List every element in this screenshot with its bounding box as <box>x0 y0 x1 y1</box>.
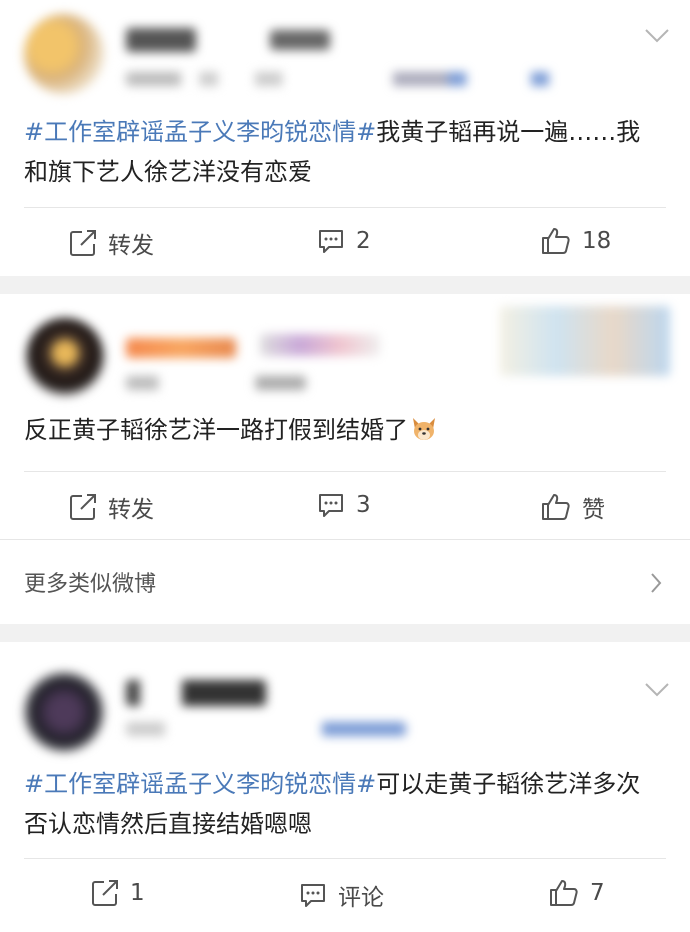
repost-button[interactable]: 转发 <box>68 490 154 524</box>
post-card-2: 反正黄子韬徐艺洋一路打假到结婚了 转发 3 赞 更多类似微博 <box>0 294 690 624</box>
divider <box>24 858 666 859</box>
thumbs-up-icon <box>550 880 578 906</box>
repost-button[interactable]: 转发 <box>68 226 154 260</box>
like-button[interactable]: 7 <box>548 878 605 908</box>
like-label: 赞 <box>582 497 605 523</box>
comment-button[interactable]: 3 <box>316 490 371 520</box>
repost-icon <box>70 230 96 256</box>
like-button[interactable]: 赞 <box>540 490 605 524</box>
comment-icon <box>319 494 343 517</box>
comment-count: 2 <box>356 228 371 254</box>
divider <box>24 471 666 472</box>
post-text: 反正黄子韬徐艺洋一路打假到结婚了 <box>24 410 660 450</box>
comment-label: 评论 <box>338 885 384 911</box>
comment-button[interactable]: 评论 <box>298 878 384 912</box>
post-text: #工作室辟谣孟子义李昀锐恋情#我黄子韬再说一遍……我和旗下艺人徐艺洋没有恋爱 <box>24 112 660 192</box>
hashtag-link[interactable]: #工作室辟谣孟子义李昀锐恋情# <box>24 118 376 146</box>
chevron-right-icon <box>651 573 662 593</box>
repost-icon <box>92 880 118 906</box>
like-button[interactable]: 18 <box>540 226 611 256</box>
post-meta-blurred <box>126 376 306 390</box>
hashtag-link[interactable]: #工作室辟谣孟子义李昀锐恋情# <box>24 770 376 798</box>
post-body-text: 反正黄子韬徐艺洋一路打假到结婚了 <box>24 416 408 444</box>
post-meta-blurred <box>126 722 406 736</box>
more-similar-row[interactable]: 更多类似微博 <box>0 540 690 624</box>
divider <box>24 207 666 208</box>
like-count: 7 <box>590 880 605 906</box>
avatar[interactable] <box>24 672 104 752</box>
more-similar-label: 更多类似微博 <box>24 572 157 597</box>
decoration-card-blurred <box>500 306 670 376</box>
repost-button[interactable]: 1 <box>90 878 145 908</box>
post-card-1: #工作室辟谣孟子义李昀锐恋情#我黄子韬再说一遍……我和旗下艺人徐艺洋没有恋爱 转… <box>0 0 690 276</box>
avatar[interactable] <box>24 14 104 94</box>
comment-button[interactable]: 2 <box>316 226 371 256</box>
dog-face-emoji <box>413 418 435 440</box>
username-blurred[interactable] <box>126 338 236 358</box>
chevron-down-icon[interactable] <box>644 682 670 698</box>
avatar[interactable] <box>26 318 104 396</box>
comment-count: 3 <box>356 492 371 518</box>
user-badge-blurred <box>260 334 380 356</box>
like-count: 18 <box>582 228 612 254</box>
repost-label: 转发 <box>108 233 154 259</box>
thumbs-up-icon <box>542 228 570 254</box>
chevron-down-icon[interactable] <box>644 28 670 44</box>
user-badge-blurred <box>270 30 330 50</box>
repost-icon <box>70 494 96 520</box>
username-blurred[interactable] <box>126 28 196 52</box>
post-card-3: #工作室辟谣孟子义李昀锐恋情#可以走黄子韬徐艺洋多次否认恋情然后直接结婚嗯嗯 1… <box>0 642 690 932</box>
username-blurred[interactable] <box>126 680 266 706</box>
repost-label: 转发 <box>108 497 154 523</box>
repost-count: 1 <box>130 880 145 906</box>
post-text: #工作室辟谣孟子义李昀锐恋情#可以走黄子韬徐艺洋多次否认恋情然后直接结婚嗯嗯 <box>24 764 660 844</box>
post-meta-blurred <box>126 72 586 86</box>
comment-icon <box>319 230 343 253</box>
comment-icon <box>301 884 325 907</box>
thumbs-up-icon <box>542 494 570 520</box>
